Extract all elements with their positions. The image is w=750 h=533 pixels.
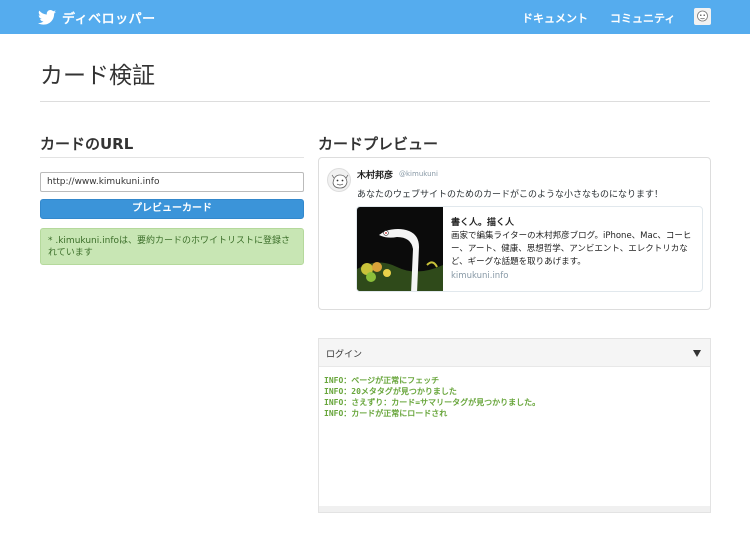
preview-card-button[interactable]: プレビューカード: [40, 199, 304, 219]
avatar-sketch-icon: [331, 174, 349, 189]
log-panel: ログイン INFO：ページが正常にフェッチ INFO：20メタタグが見つかりまし…: [318, 338, 711, 513]
card-preview-heading: カードプレビュー: [318, 135, 439, 153]
tweet-author-handle[interactable]: @kimukuni: [399, 170, 438, 178]
url-section-heading: カードのURL: [40, 135, 134, 153]
log-panel-title: ログイン: [326, 350, 363, 360]
brand-name: ディベロッパー: [62, 12, 156, 27]
nav-docs-link[interactable]: ドキュメント: [522, 10, 588, 26]
tweet-preview: 木村邦彦 @kimukuni あなたのウェブサイトのためのカードがこのような小さ…: [318, 157, 711, 310]
top-navigation-bar: ディベロッパー ドキュメント コミュニティ: [0, 0, 750, 34]
nav-community-link[interactable]: コミュニティ: [610, 10, 675, 26]
tweet-author-avatar[interactable]: [327, 168, 351, 192]
brand-link[interactable]: ディベロッパー: [38, 8, 156, 27]
summary-card[interactable]: 書く人。描く人 画家で編集ライターの木村邦彦ブログ。iPhone、Mac、コーヒ…: [356, 206, 703, 292]
card-url-input[interactable]: [40, 172, 304, 192]
tweet-author-name[interactable]: 木村邦彦: [357, 168, 393, 181]
whitelist-alert: * .kimukuni.infoは、要約カードのホワイトリストに登録されています: [40, 228, 304, 265]
twitter-bird-icon: [38, 10, 56, 25]
summary-card-description: 画家で編集ライターの木村邦彦ブログ。iPhone、Mac、コーヒー、アート、健康…: [451, 231, 692, 267]
log-panel-header[interactable]: ログイン: [319, 339, 710, 367]
log-line: INFO：ページが正常にフェッチ: [324, 376, 440, 385]
url-section-divider: [40, 157, 304, 158]
title-divider: [40, 101, 710, 102]
log-panel-footer: [319, 506, 710, 512]
caret-down-icon[interactable]: [693, 350, 701, 357]
summary-card-title: 書く人。描く人: [451, 218, 515, 228]
avatar-sketch-icon: [697, 10, 708, 22]
log-line: INFO：カードが正常にロードされ: [324, 409, 448, 418]
card-thumbnail-image: [357, 207, 443, 291]
tweet-text: あなたのウェブサイトのためのカードがこのような小さなものになります！: [357, 190, 664, 200]
log-output: INFO：ページが正常にフェッチ INFO：20メタタグが見つかりました INF…: [324, 375, 540, 419]
log-line: INFO：さえずり：カード=サマリータグが見つかりました。: [324, 398, 541, 407]
summary-card-domain: kimukuni.info: [451, 271, 509, 281]
page-title: カード検証: [40, 63, 155, 89]
user-avatar[interactable]: [694, 8, 711, 25]
log-line: INFO：20メタタグが見つかりました: [324, 387, 457, 396]
